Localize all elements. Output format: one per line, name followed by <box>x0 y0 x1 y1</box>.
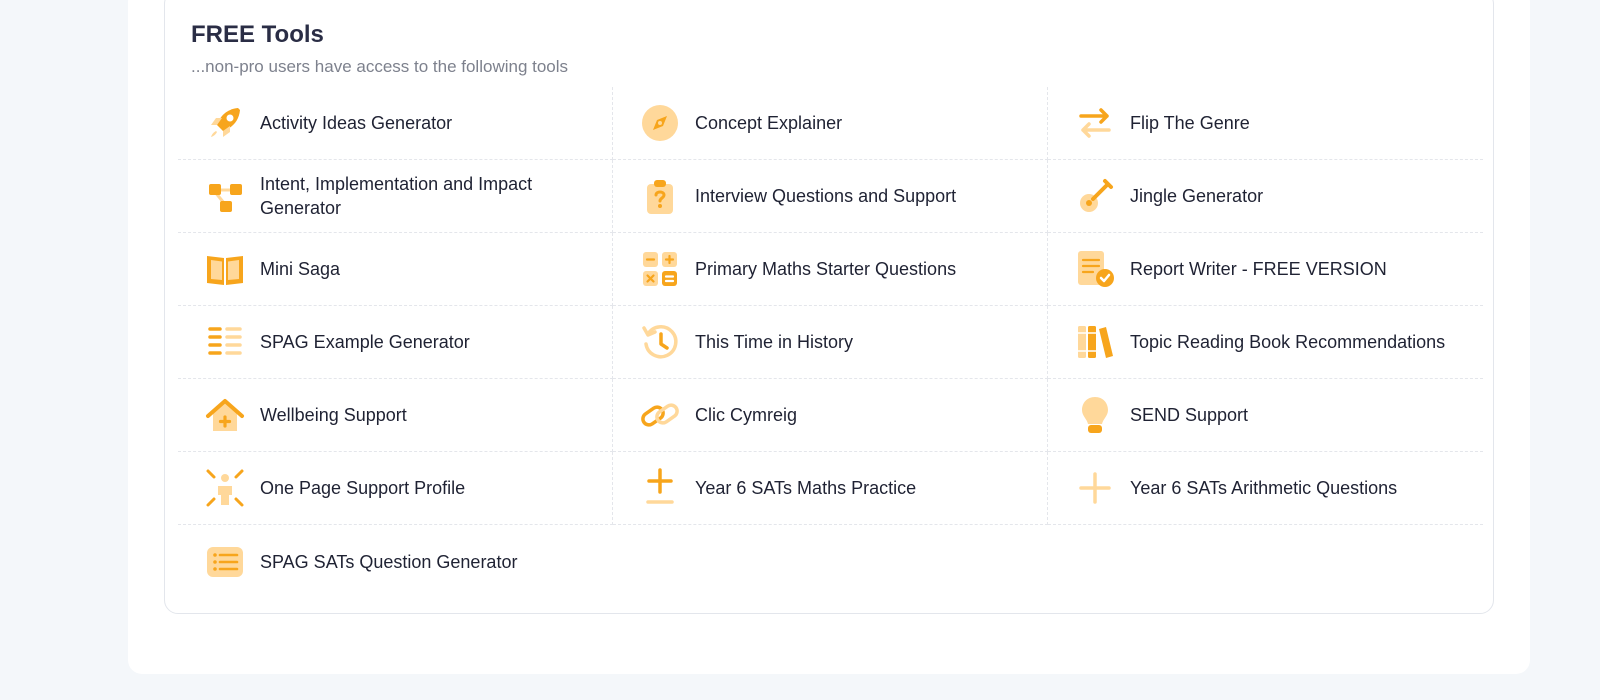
tool-label: One Page Support Profile <box>260 478 466 498</box>
rocket-icon <box>202 100 248 146</box>
open-book-icon <box>202 246 248 292</box>
tools-row: One Page Support Profile Year 6 SATs Mat… <box>178 452 1483 525</box>
tool-one-page-support-profile[interactable]: One Page Support Profile <box>178 452 613 525</box>
tool-label: Wellbeing Support <box>260 405 407 425</box>
tool-label: Year 6 SATs Arithmetic Questions <box>1130 478 1398 498</box>
guitar-icon <box>1072 173 1118 219</box>
tool-label: SEND Support <box>1130 405 1249 425</box>
tool-label: Clic Cymreig <box>695 405 798 425</box>
calculator-icon <box>637 246 683 292</box>
tool-label: Activity Ideas Generator <box>260 113 453 133</box>
tools-row: Mini Saga Primary Maths Starter Question… <box>178 233 1483 306</box>
tool-report-writer[interactable]: Report Writer - FREE VERSION <box>1048 233 1483 306</box>
tool-label: Mini Saga <box>260 259 341 279</box>
history-clock-icon <box>637 319 683 365</box>
tools-row: SPAG Example Generator This Time in Hist… <box>178 306 1483 379</box>
plus-underline-icon <box>637 465 683 511</box>
tool-year6-sats-maths-practice[interactable]: Year 6 SATs Maths Practice <box>613 452 1048 525</box>
tool-send-support[interactable]: SEND Support <box>1048 379 1483 452</box>
home-plus-icon <box>202 392 248 438</box>
tools-grid: Activity Ideas Generator Concept Explain… <box>178 87 1483 598</box>
tools-row: SPAG SATs Question Generator <box>178 525 1483 598</box>
tool-intent-implementation-impact[interactable]: Intent, Implementation and Impact Genera… <box>178 160 613 233</box>
free-tools-card: FREE Tools ...non-pro users have access … <box>164 0 1494 614</box>
tool-label: Report Writer - FREE VERSION <box>1130 259 1387 279</box>
tool-label: Concept Explainer <box>695 113 843 133</box>
tools-row: Activity Ideas Generator Concept Explain… <box>178 87 1483 160</box>
tool-spag-sats-question-generator[interactable]: SPAG SATs Question Generator <box>178 525 613 598</box>
tool-label: SPAG SATs Question Generator <box>260 551 518 572</box>
tool-label: Flip The Genre <box>1130 113 1250 133</box>
tool-label: Topic Reading Book Recommendations <box>1130 332 1446 352</box>
clipboard-question-icon <box>637 173 683 219</box>
lightbulb-icon <box>1072 392 1118 438</box>
tool-label: Year 6 SATs Maths Practice <box>695 478 917 498</box>
swap-arrows-icon <box>1072 100 1118 146</box>
tool-this-time-in-history[interactable]: This Time in History <box>613 306 1048 379</box>
tool-spag-example-generator[interactable]: SPAG Example Generator <box>178 306 613 379</box>
tool-label: Primary Maths Starter Questions <box>695 259 957 279</box>
tool-label: Jingle Generator <box>1130 186 1264 206</box>
tool-interview-questions[interactable]: Interview Questions and Support <box>613 160 1048 233</box>
list-card-icon <box>202 539 248 585</box>
tool-primary-maths-starter[interactable]: Primary Maths Starter Questions <box>613 233 1048 306</box>
tool-concept-explainer[interactable]: Concept Explainer <box>613 87 1048 160</box>
tool-topic-reading-books[interactable]: Topic Reading Book Recommendations <box>1048 306 1483 379</box>
tool-wellbeing-support[interactable]: Wellbeing Support <box>178 379 613 452</box>
tool-year6-sats-arithmetic[interactable]: Year 6 SATs Arithmetic Questions <box>1048 452 1483 525</box>
books-icon <box>1072 319 1118 365</box>
tool-flip-the-genre[interactable]: Flip The Genre <box>1048 87 1483 160</box>
plus-icon <box>1072 465 1118 511</box>
tool-mini-saga[interactable]: Mini Saga <box>178 233 613 306</box>
tool-label: This Time in History <box>695 332 854 352</box>
tool-label: SPAG Example Generator <box>260 332 470 352</box>
tools-row: Intent, Implementation and Impact Genera… <box>178 160 1483 233</box>
section-subtitle: ...non-pro users have access to the foll… <box>191 57 569 76</box>
compass-icon <box>637 100 683 146</box>
tool-clic-cymreig[interactable]: Clic Cymreig <box>613 379 1048 452</box>
flow-diagram-icon <box>202 173 248 219</box>
tool-label: Intent, Implementation and Impact Genera… <box>260 174 533 218</box>
text-list-icon <box>202 319 248 365</box>
chain-link-icon <box>637 392 683 438</box>
tools-row: Wellbeing Support Clic Cymreig SEND Supp… <box>178 379 1483 452</box>
person-highlight-icon <box>202 465 248 511</box>
tool-jingle-generator[interactable]: Jingle Generator <box>1048 160 1483 233</box>
report-check-icon <box>1072 246 1118 292</box>
section-title: FREE Tools <box>191 21 324 48</box>
tool-label: Interview Questions and Support <box>695 186 957 206</box>
tool-activity-ideas-generator[interactable]: Activity Ideas Generator <box>178 87 613 160</box>
